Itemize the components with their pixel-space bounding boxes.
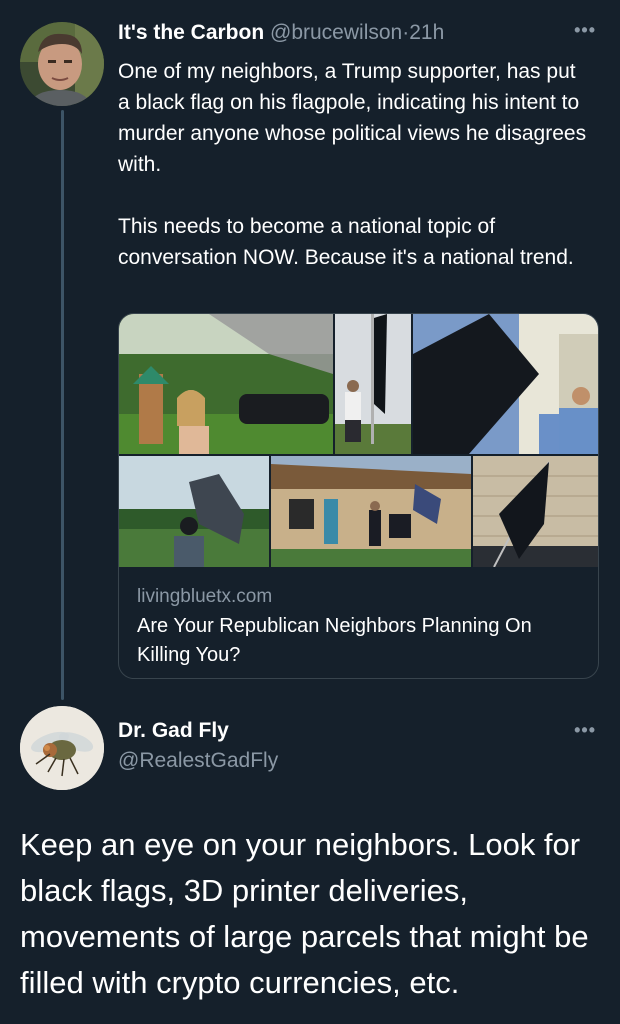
- thread-connector-line: [61, 110, 64, 700]
- user-handle[interactable]: @brucewilson: [270, 21, 402, 44]
- avatar[interactable]: [20, 22, 104, 106]
- more-options-icon[interactable]: •••: [574, 20, 596, 41]
- tweet-text: One of my neighbors, a Trump supporter, …: [118, 56, 588, 273]
- display-name[interactable]: Dr. Gad Fly: [118, 718, 229, 744]
- flag-collage-image: [119, 314, 598, 568]
- user-photo-icon: [20, 22, 104, 106]
- tweet-paragraph: This needs to become a national topic of…: [118, 215, 574, 269]
- avatar[interactable]: [20, 706, 104, 790]
- tweet-header: It's the Carbon @brucewilson·21h: [118, 20, 598, 46]
- card-image: [119, 314, 598, 568]
- display-name[interactable]: It's the Carbon: [118, 21, 264, 44]
- card-meta: livingbluetx.com Are Your Republican Nei…: [137, 584, 587, 670]
- tweet-text: Keep an eye on your neighbors. Look for …: [20, 827, 589, 1000]
- more-options-icon[interactable]: •••: [574, 720, 596, 741]
- tweet-paragraph: One of my neighbors, a Trump supporter, …: [118, 60, 587, 176]
- timestamp[interactable]: 21h: [409, 21, 444, 44]
- card-domain[interactable]: livingbluetx.com: [137, 584, 587, 610]
- user-handle[interactable]: @RealestGadFly: [118, 748, 278, 774]
- link-preview-card[interactable]: livingbluetx.com Are Your Republican Nei…: [118, 313, 599, 679]
- card-title[interactable]: Are Your Republican Neighbors Planning O…: [137, 612, 587, 670]
- fly-photo-icon: [20, 706, 104, 790]
